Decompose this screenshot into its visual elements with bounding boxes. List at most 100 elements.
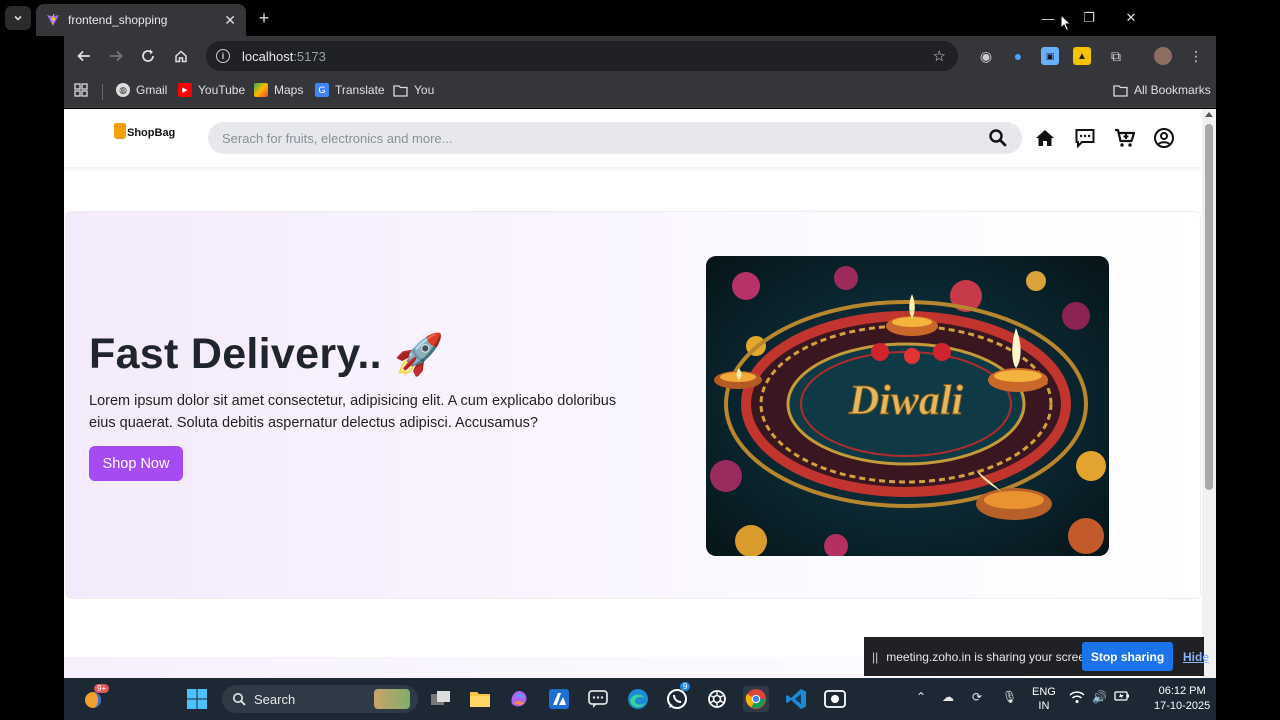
- tab-title: frontend_shopping: [68, 13, 168, 27]
- close-window-button[interactable]: ✕: [1121, 8, 1141, 28]
- browser-tab-active[interactable]: frontend_shopping ✕: [36, 4, 246, 36]
- extensions-puzzle-icon[interactable]: ⧉: [1107, 47, 1125, 65]
- home-button[interactable]: [171, 46, 191, 66]
- bookmark-star-icon[interactable]: ☆: [933, 47, 946, 65]
- browser-toolbar: i localhost:5173 ☆ ◉ ● ▣ ▲ ⧉ ⋮: [64, 36, 1216, 76]
- extension-screen-icon[interactable]: ▣: [1041, 47, 1059, 65]
- url-text: localhost:5173: [242, 48, 326, 64]
- all-bookmarks-folder[interactable]: All Bookmarks: [1113, 83, 1211, 97]
- app-header: ShopBag: [64, 109, 1202, 167]
- chrome-app-active[interactable]: [743, 686, 769, 712]
- address-bar[interactable]: i localhost:5173 ☆: [206, 41, 958, 71]
- task-view-button[interactable]: [428, 686, 454, 712]
- more-menu-icon[interactable]: ⋮: [1187, 47, 1205, 65]
- chrome-icon: [745, 689, 766, 709]
- bookmarks-bar: ◍ Gmail ▶ YouTube Maps G Translate You A…: [64, 76, 1216, 108]
- hero-description: Lorem ipsum dolor sit amet consectetur, …: [89, 393, 617, 431]
- bookmark-folder-you[interactable]: You: [393, 83, 434, 97]
- copilot-app[interactable]: [506, 686, 532, 712]
- sync-icon[interactable]: ⟳: [972, 690, 982, 704]
- show-hidden-icons-chevron[interactable]: ⌃: [916, 690, 926, 704]
- home-icon: [175, 50, 187, 63]
- chatgpt-app[interactable]: [704, 686, 730, 712]
- openai-icon: [708, 690, 726, 708]
- chat-icon[interactable]: [1074, 127, 1096, 149]
- arrow-left-icon: [77, 50, 90, 62]
- forward-button[interactable]: [106, 46, 126, 66]
- file-explorer-app[interactable]: [467, 686, 493, 712]
- page-viewport: ShopBag Fast Delivery.. 🚀 Lorem ipsum do…: [64, 109, 1202, 678]
- share-banner-text: meeting.zoho.in is sharing your screen.: [886, 649, 1096, 664]
- weather-badge: 9+: [94, 684, 110, 693]
- onedrive-icon[interactable]: ☁: [942, 690, 954, 704]
- volume-icon[interactable]: 🔊: [1092, 690, 1107, 704]
- search-highlight-image: [374, 689, 410, 709]
- azure-icon: [549, 689, 569, 709]
- search-icon: [233, 693, 246, 706]
- whatsapp-icon: [667, 689, 687, 709]
- minimize-button[interactable]: —: [1038, 8, 1058, 28]
- hero-title: Fast Delivery.. 🚀: [89, 330, 445, 378]
- battery-icon[interactable]: [1114, 690, 1130, 705]
- stop-sharing-button[interactable]: Stop sharing: [1082, 642, 1173, 671]
- whatsapp-badge: 9: [680, 682, 691, 691]
- windows-taskbar: 9+ Search 9 ⌃ ☁ ⟳ 🎙 ENG IN 🔊 06:12 PM 17…: [64, 678, 1216, 720]
- maps-icon: [254, 83, 268, 97]
- microphone-icon[interactable]: 🎙: [1002, 690, 1017, 704]
- taskbar-search[interactable]: Search: [222, 685, 418, 713]
- weather-widget[interactable]: 9+: [80, 684, 110, 712]
- diwali-text: Diwali: [848, 378, 964, 424]
- vscode-icon: [786, 689, 806, 709]
- scroll-thumb[interactable]: [1205, 124, 1213, 490]
- folder-icon: [393, 84, 408, 97]
- reload-button[interactable]: [138, 46, 158, 66]
- search-input[interactable]: [222, 130, 988, 146]
- restore-button[interactable]: ❐: [1079, 8, 1099, 28]
- shop-now-button[interactable]: Shop Now: [89, 446, 183, 481]
- shopbag-logo[interactable]: ShopBag: [114, 123, 175, 139]
- capture-icon: [824, 690, 846, 708]
- bookmark-gmail[interactable]: ◍ Gmail: [116, 83, 167, 97]
- new-tab-button[interactable]: +: [254, 8, 274, 28]
- bookmark-youtube[interactable]: ▶ YouTube: [178, 83, 245, 97]
- system-clock[interactable]: 06:12 PM 17-10-2025: [1154, 684, 1210, 714]
- site-info-icon[interactable]: i: [216, 49, 230, 63]
- shopping-bag-icon: [114, 123, 126, 139]
- diwali-banner-image: Diwali: [706, 256, 1109, 556]
- bookmark-translate[interactable]: G Translate: [315, 83, 385, 97]
- mouse-cursor-icon: [1060, 14, 1072, 32]
- youtube-icon: ▶: [178, 83, 192, 97]
- search-icon[interactable]: [988, 128, 1008, 148]
- back-button[interactable]: [74, 46, 94, 66]
- copilot-icon: [511, 691, 527, 707]
- scroll-up-arrow-icon[interactable]: [1205, 112, 1213, 117]
- edge-icon: [628, 689, 648, 709]
- screen-share-banner: || meeting.zoho.in is sharing your scree…: [864, 637, 1209, 676]
- extension-drop-icon[interactable]: ●: [1009, 47, 1027, 65]
- vscode-app[interactable]: [783, 686, 809, 712]
- chevron-down-icon: [14, 15, 22, 21]
- apps-grid-icon[interactable]: [74, 83, 88, 97]
- edge-browser-app[interactable]: [625, 686, 651, 712]
- language-indicator[interactable]: ENG IN: [1032, 685, 1056, 713]
- globe-icon: ◍: [116, 83, 130, 97]
- start-button[interactable]: [184, 686, 210, 712]
- profile-avatar[interactable]: [1154, 47, 1172, 65]
- user-account-icon[interactable]: [1153, 127, 1175, 149]
- chat-app[interactable]: [585, 686, 611, 712]
- extension-target-icon[interactable]: ◉: [977, 47, 995, 65]
- azure-app[interactable]: [546, 686, 572, 712]
- screen-capture-app[interactable]: [822, 686, 848, 712]
- hide-banner-link[interactable]: Hide: [1183, 650, 1209, 664]
- home-icon[interactable]: [1034, 127, 1056, 149]
- rocket-icon: 🚀: [394, 333, 445, 377]
- tab-close-icon[interactable]: ✕: [224, 12, 236, 29]
- wifi-icon[interactable]: [1069, 690, 1085, 707]
- cart-icon[interactable]: [1114, 127, 1136, 149]
- extension-yellow-icon[interactable]: ▲: [1073, 47, 1091, 65]
- page-scrollbar[interactable]: [1202, 109, 1216, 678]
- bookmark-maps[interactable]: Maps: [254, 83, 303, 97]
- tab-search-button[interactable]: [5, 6, 31, 30]
- whatsapp-app[interactable]: 9: [664, 682, 691, 712]
- search-bar: [208, 122, 1022, 154]
